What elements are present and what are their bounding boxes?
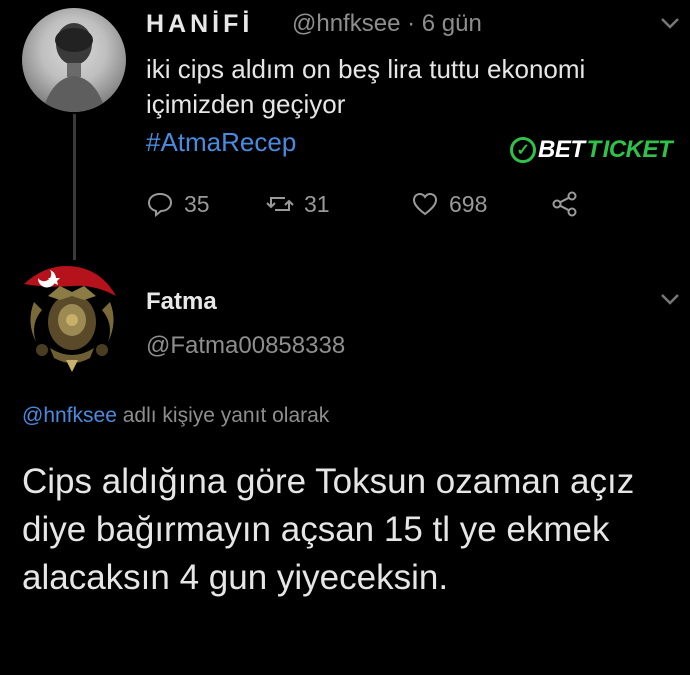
handle[interactable]: @Fatma00858338 [146, 332, 345, 360]
share-icon [552, 191, 577, 217]
watermark-text-1: BET [538, 136, 585, 163]
user-avatar[interactable] [22, 8, 126, 112]
tweet-meta: @hnfksee · 6 gün [292, 10, 482, 38]
beticket-watermark: ✓ BET T ICKET [510, 136, 673, 164]
reply-to-text: adlı kişiye yanıt olarak [116, 404, 330, 427]
retweet-icon [266, 197, 294, 211]
heart-icon [412, 192, 438, 216]
like-button[interactable]: 698 [411, 190, 551, 218]
avatar-photo-icon [42, 23, 106, 112]
chevron-down-icon[interactable] [660, 16, 680, 30]
timestamp[interactable]: · 6 gün [407, 10, 482, 37]
chevron-down-icon[interactable] [660, 292, 680, 306]
user-avatar[interactable] [20, 262, 124, 374]
check-icon: ✓ [510, 137, 536, 163]
reply-button[interactable]: 35 [146, 190, 266, 218]
display-name[interactable]: Fatma [146, 288, 217, 316]
retweet-count: 31 [304, 190, 330, 217]
reply-context: @hnfksee adlı kişiye yanıt olarak [22, 404, 329, 428]
watermark-text-2: ICKET [602, 136, 673, 163]
share-button[interactable] [551, 190, 579, 218]
tweet-actions: 35 31 698 [146, 186, 616, 222]
tweet-text: Cips aldığına göre Toksun ozaman açız di… [22, 462, 635, 597]
reply-icon [147, 192, 173, 218]
reply-to-link[interactable]: @hnfksee [22, 404, 117, 427]
tweet-text: iki cips aldım on beş lira tuttu ekonomi… [146, 54, 586, 119]
thread-line [73, 114, 76, 260]
retweet-button[interactable]: 31 [266, 190, 411, 218]
display-name[interactable]: HANİFİ [146, 10, 253, 39]
reply-count: 35 [184, 190, 210, 217]
like-count: 698 [449, 190, 488, 217]
handle[interactable]: @hnfksee [292, 10, 400, 37]
watermark-text-prefix: T [586, 136, 602, 163]
hashtag-link[interactable]: #AtmaRecep [146, 127, 296, 158]
ottoman-coat-of-arms-icon [24, 266, 116, 372]
